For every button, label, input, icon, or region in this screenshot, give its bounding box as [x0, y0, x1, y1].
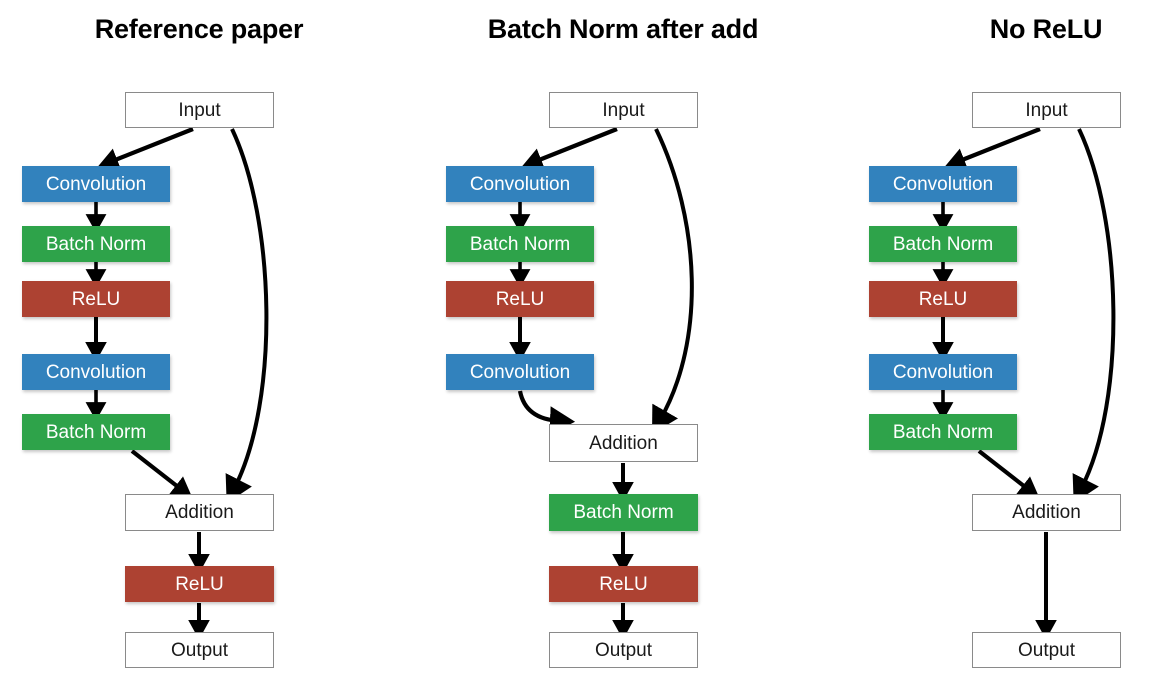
node-c2-relu2[interactable]: ReLU	[549, 566, 698, 602]
node-c3-add[interactable]: Addition	[972, 494, 1121, 531]
node-label: Batch Norm	[45, 421, 147, 443]
node-label: Output	[1017, 639, 1076, 661]
node-c1-conv2[interactable]: Convolution	[22, 354, 170, 390]
node-c1-output[interactable]: Output	[125, 632, 274, 668]
node-c3-bn1[interactable]: Batch Norm	[869, 226, 1017, 262]
node-c2-relu1[interactable]: ReLU	[446, 281, 594, 317]
node-label: Convolution	[892, 361, 994, 383]
edge-c1-e-skip	[225, 128, 269, 504]
node-c1-relu2[interactable]: ReLU	[125, 566, 274, 602]
node-label: ReLU	[495, 288, 545, 310]
node-c2-output[interactable]: Output	[549, 632, 698, 668]
node-c2-conv2[interactable]: Convolution	[446, 354, 594, 390]
node-c3-conv1[interactable]: Convolution	[869, 166, 1017, 202]
node-c1-conv1[interactable]: Convolution	[22, 166, 170, 202]
node-label: Input	[1025, 99, 1068, 121]
edge-c3-e-skip	[1072, 128, 1116, 504]
node-label: Convolution	[469, 173, 571, 195]
edge-c3-e-bn2-add	[977, 449, 1040, 499]
edge-c1-e-input-conv1	[97, 127, 194, 170]
node-label: Output	[170, 639, 229, 661]
edge-c2-e-conv2-add	[517, 390, 576, 435]
node-label: Batch Norm	[892, 233, 994, 255]
edge-c3-e-input-conv1	[944, 127, 1041, 170]
node-label: ReLU	[71, 288, 121, 310]
node-c3-input[interactable]: Input	[972, 92, 1121, 128]
node-label: ReLU	[918, 288, 968, 310]
diagram-canvas: Input Convolution Batch Norm ReLU Convolutio…	[0, 0, 1163, 681]
edge-c1-e-bn2-add	[130, 449, 193, 499]
node-label: Convolution	[45, 173, 147, 195]
node-c2-add[interactable]: Addition	[549, 424, 698, 462]
node-c3-output[interactable]: Output	[972, 632, 1121, 668]
node-c1-input[interactable]: Input	[125, 92, 274, 128]
node-c2-bn2[interactable]: Batch Norm	[549, 494, 698, 531]
column-title-no-relu: No ReLU	[989, 14, 1103, 44]
node-label: Addition	[165, 502, 234, 523]
node-label: Batch Norm	[892, 421, 994, 443]
edge-c2-e-input-conv1	[521, 127, 618, 170]
node-c2-bn1[interactable]: Batch Norm	[446, 226, 594, 262]
node-label: Input	[602, 99, 645, 121]
node-c1-relu1[interactable]: ReLU	[22, 281, 170, 317]
node-label: Output	[594, 639, 653, 661]
node-label: Batch Norm	[45, 233, 147, 255]
node-label: Convolution	[45, 361, 147, 383]
node-c3-conv2[interactable]: Convolution	[869, 354, 1017, 390]
node-label: Batch Norm	[469, 233, 571, 255]
node-label: Input	[178, 99, 221, 121]
node-c1-add[interactable]: Addition	[125, 494, 274, 531]
node-label: Addition	[1012, 502, 1081, 523]
node-label: ReLU	[175, 573, 224, 595]
node-c3-relu1[interactable]: ReLU	[869, 281, 1017, 317]
node-label: Batch Norm	[573, 502, 674, 523]
node-c2-conv1[interactable]: Convolution	[446, 166, 594, 202]
node-label: ReLU	[599, 573, 648, 595]
node-c3-bn2[interactable]: Batch Norm	[869, 414, 1017, 450]
edge-c2-e-skip	[652, 128, 694, 434]
node-label: Convolution	[469, 361, 571, 383]
node-label: Addition	[589, 432, 658, 454]
node-c2-input[interactable]: Input	[549, 92, 698, 128]
node-label: Convolution	[892, 173, 994, 195]
node-c1-bn2[interactable]: Batch Norm	[22, 414, 170, 450]
node-c1-bn1[interactable]: Batch Norm	[22, 226, 170, 262]
